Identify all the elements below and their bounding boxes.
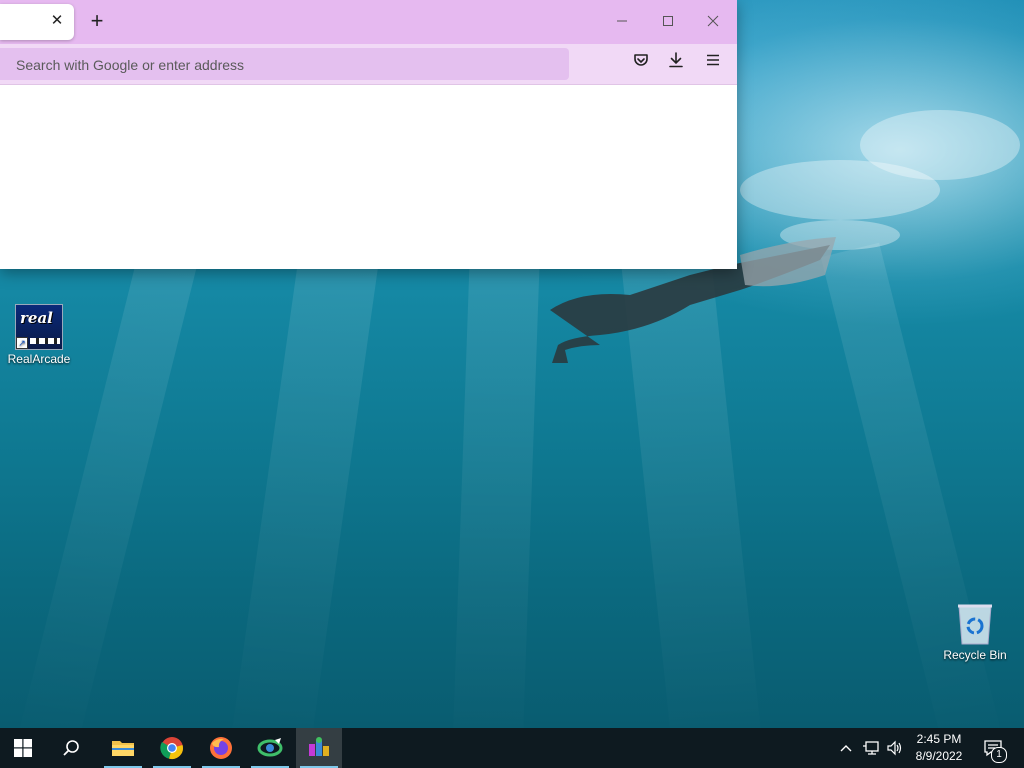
search-icon: ◟ [0, 48, 6, 80]
chevron-up-icon [840, 745, 852, 752]
desktop-icon-realarcade[interactable]: real ↗ RealArcade [1, 304, 77, 366]
taskbar-chrome[interactable] [149, 728, 195, 768]
app-icon [257, 738, 283, 757]
menu-button[interactable] [699, 50, 727, 78]
desktop-icon-label: Recycle Bin [943, 648, 1007, 662]
realarcade-taskbar-icon [309, 737, 329, 756]
desktop-icon-label: RealArcade [7, 352, 71, 366]
minimize-icon [617, 20, 627, 22]
browser-titlebar[interactable]: ✕ + [0, 0, 737, 44]
minimize-button[interactable] [607, 8, 637, 36]
realarcade-icon: real ↗ [15, 304, 63, 350]
taskbar-realarcade[interactable] [296, 728, 342, 768]
taskbar-search-button[interactable] [48, 728, 94, 768]
volume-icon [887, 740, 902, 756]
firefox-icon [210, 737, 232, 759]
tray-network[interactable] [860, 728, 882, 768]
network-icon [863, 741, 879, 755]
clock-date: 8/9/2022 [915, 749, 963, 763]
taskbar-firefox[interactable] [198, 728, 244, 768]
folder-icon [112, 741, 134, 756]
browser-window[interactable]: ✕ + ◟ [0, 0, 737, 269]
notification-count-badge: 1 [991, 747, 1007, 763]
taskbar-app[interactable] [247, 728, 293, 768]
close-icon [707, 15, 719, 27]
plus-icon: + [90, 8, 104, 33]
close-icon[interactable]: ✕ [49, 13, 65, 29]
start-button[interactable] [0, 728, 46, 768]
pocket-button[interactable] [627, 50, 655, 78]
address-input[interactable] [14, 48, 558, 82]
clock-time: 2:45 PM [916, 732, 962, 746]
pocket-icon [634, 54, 648, 66]
hamburger-menu-icon [707, 54, 719, 66]
desktop-icon-recycle-bin[interactable]: Recycle Bin [937, 602, 1013, 662]
taskbar-file-explorer[interactable] [100, 728, 146, 768]
tray-volume[interactable] [884, 728, 906, 768]
search-icon [63, 740, 79, 756]
browser-navbar: ◟ [0, 44, 737, 85]
downloads-button[interactable] [662, 50, 690, 78]
browser-content[interactable] [0, 85, 737, 269]
taskbar-clock[interactable]: 2:45 PM 8/9/2022 [905, 731, 973, 765]
address-bar[interactable]: ◟ [0, 48, 569, 82]
maximize-button[interactable] [653, 8, 683, 36]
maximize-icon [663, 16, 673, 26]
window-close-button[interactable] [698, 8, 728, 36]
new-tab-button[interactable]: + [86, 10, 108, 32]
tray-overflow-button[interactable] [836, 728, 856, 768]
recycle-bin-icon [955, 602, 995, 646]
download-icon [669, 52, 683, 68]
browser-tab[interactable]: ✕ [0, 4, 74, 40]
windows-start-icon [14, 739, 32, 757]
taskbar: 2:45 PM 8/9/2022 1 [0, 728, 1024, 768]
chrome-icon [160, 737, 183, 759]
